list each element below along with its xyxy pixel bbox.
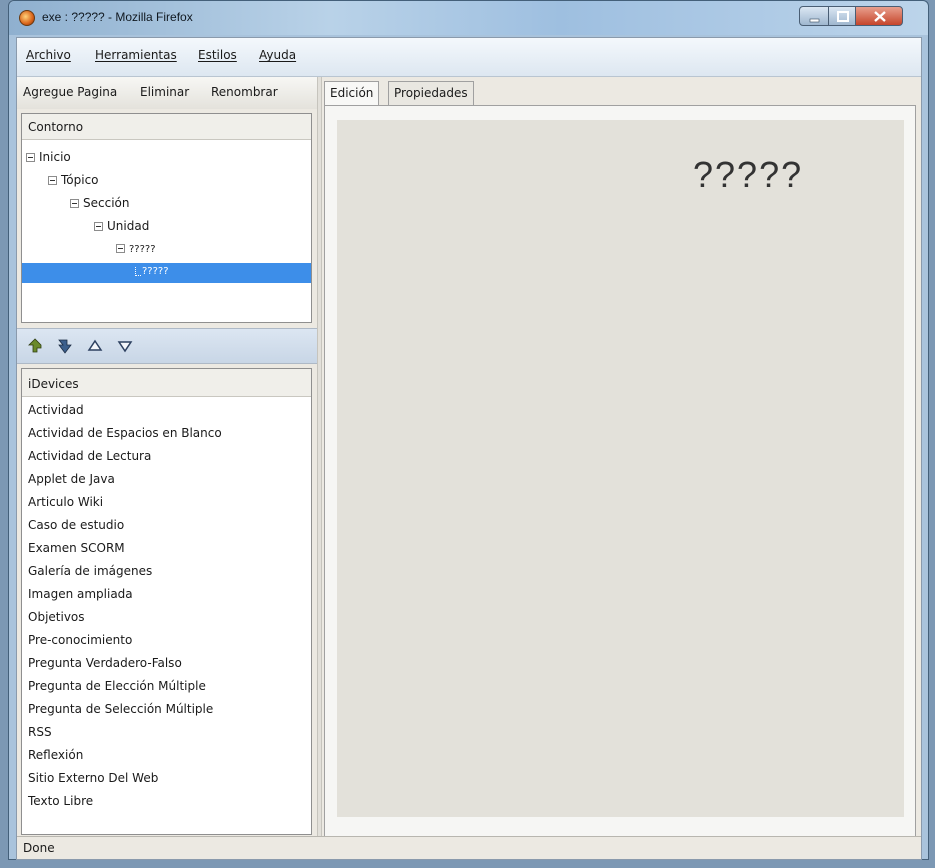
menu-herramientas[interactable]: Herramientas: [95, 48, 177, 62]
idevice-item[interactable]: Pregunta de Elección Múltiple: [28, 679, 206, 693]
tab-propiedades[interactable]: Propiedades: [388, 81, 474, 105]
tree-node-inicio[interactable]: Inicio: [26, 150, 71, 164]
collapse-toggle-icon[interactable]: [48, 176, 57, 185]
demote-icon[interactable]: [55, 336, 75, 356]
app-client-area: Archivo Herramientas Estilos Ayuda Agreg…: [16, 37, 922, 860]
firefox-icon: [19, 10, 35, 26]
idevices-header: iDevices: [22, 369, 311, 397]
collapse-toggle-icon[interactable]: [70, 199, 79, 208]
rename-page-button[interactable]: Renombrar: [211, 85, 278, 99]
move-up-icon[interactable]: [85, 336, 105, 356]
tree-node-page[interactable]: ?????: [116, 241, 156, 255]
idevice-item[interactable]: Applet de Java: [28, 472, 115, 486]
add-page-button[interactable]: Agregue Pagina: [23, 85, 117, 99]
status-bar: Done: [17, 836, 921, 859]
idevice-item[interactable]: Examen SCORM: [28, 541, 125, 555]
menu-bar: Archivo Herramientas Estilos Ayuda: [17, 38, 921, 77]
tree-node-unidad[interactable]: Unidad: [94, 219, 149, 233]
delete-page-button[interactable]: Eliminar: [140, 85, 189, 99]
close-button[interactable]: [855, 6, 903, 26]
idevice-item[interactable]: Pre-conocimiento: [28, 633, 132, 647]
status-text: Done: [23, 841, 55, 855]
menu-estilos[interactable]: Estilos: [198, 48, 237, 62]
idevice-item[interactable]: Caso de estudio: [28, 518, 124, 532]
page-title: ?????: [693, 154, 804, 195]
idevice-item[interactable]: Actividad de Lectura: [28, 449, 151, 463]
maximize-icon: [837, 11, 849, 22]
browser-window: exe : ????? - Mozilla Firefox Archivo He…: [8, 0, 929, 860]
collapse-toggle-icon[interactable]: [116, 244, 125, 253]
window-title: exe : ????? - Mozilla Firefox: [42, 10, 193, 24]
tree-node-topico[interactable]: Tópico: [48, 173, 99, 187]
promote-icon[interactable]: [25, 336, 45, 356]
idevice-item[interactable]: Articulo Wiki: [28, 495, 103, 509]
idevice-item[interactable]: Galería de imágenes: [28, 564, 152, 578]
idevice-item[interactable]: Imagen ampliada: [28, 587, 133, 601]
idevice-item[interactable]: Actividad: [28, 403, 84, 417]
menu-ayuda[interactable]: Ayuda: [259, 48, 296, 62]
outline-header: Contorno: [22, 114, 311, 140]
panel-splitter[interactable]: [317, 77, 322, 837]
collapse-toggle-icon[interactable]: [26, 153, 35, 162]
move-down-icon[interactable]: [115, 336, 135, 356]
outline-navigation-bar: [17, 328, 317, 364]
idevice-item[interactable]: Actividad de Espacios en Blanco: [28, 426, 222, 440]
idevices-panel: iDevices Actividad Actividad de Espacios…: [21, 368, 312, 835]
idevice-item[interactable]: Objetivos: [28, 610, 85, 624]
title-bar[interactable]: exe : ????? - Mozilla Firefox: [9, 1, 928, 35]
tab-edicion[interactable]: Edición: [324, 81, 380, 105]
editor-frame: ?????: [324, 105, 916, 837]
idevice-item[interactable]: Reflexión: [28, 748, 83, 762]
idevice-item[interactable]: Pregunta de Selección Múltiple: [28, 702, 213, 716]
tree-connector-icon: [135, 267, 141, 276]
collapse-toggle-icon[interactable]: [94, 222, 103, 231]
minimize-icon: [809, 18, 820, 23]
tree-node-seccion[interactable]: Sección: [70, 196, 129, 210]
minimize-button[interactable]: [799, 6, 829, 26]
close-icon: [874, 11, 886, 22]
idevice-item[interactable]: Texto Libre: [28, 794, 93, 808]
menu-archivo[interactable]: Archivo: [26, 48, 71, 62]
maximize-button[interactable]: [828, 6, 856, 26]
tree-node-selected-page[interactable]: ?????: [22, 263, 311, 283]
idevice-item[interactable]: Sitio Externo Del Web: [28, 771, 158, 785]
page-content-area[interactable]: ?????: [337, 120, 904, 817]
idevice-item[interactable]: Pregunta Verdadero-Falso: [28, 656, 182, 670]
outline-panel: Contorno Inicio Tópico Sección Unidad ??…: [21, 113, 312, 323]
idevice-item[interactable]: RSS: [28, 725, 52, 739]
page-toolbar: Agregue Pagina Eliminar Renombrar: [17, 77, 317, 109]
